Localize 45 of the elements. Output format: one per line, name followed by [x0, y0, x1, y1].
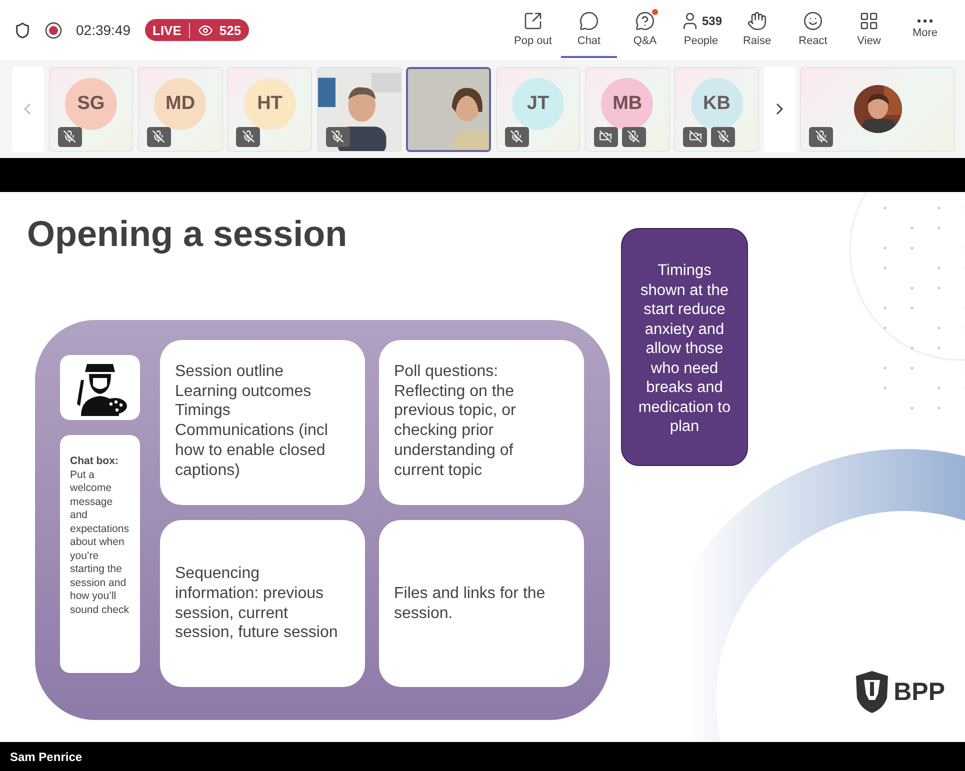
toolbar-button[interactable]: React	[785, 2, 841, 58]
callout-card: Timings shown at the start reduce anxiety and allow those who need breaks and medication to plan	[621, 228, 748, 466]
toolbar-button[interactable]: Raise	[729, 2, 785, 58]
participant-tile[interactable]: HT	[227, 66, 312, 152]
toolbar-button[interactable]: View	[841, 2, 897, 58]
toolbar-button[interactable]: Chat	[561, 2, 617, 58]
avatar: MD	[154, 78, 206, 130]
more-icon	[917, 19, 933, 23]
avatar: SG	[64, 78, 117, 130]
chevron-right-icon	[776, 103, 784, 115]
chevron-left-icon	[24, 103, 32, 115]
content-card: Sequencing information: previous session, current session, future session	[160, 520, 365, 687]
record-icon	[45, 22, 62, 38]
chat-box-note: Chat box: Put a welcome message and expectations about when you’re starting the session and how you’ll sound check	[60, 435, 140, 673]
call-duration: 02:39:49	[76, 22, 130, 38]
live-badge: LIVE 525	[144, 19, 250, 41]
lion-shield-icon	[854, 670, 889, 714]
content-card: Files and links for the session.	[379, 520, 584, 687]
toolbar-button[interactable]: Pop out	[505, 2, 561, 58]
viewers-icon	[198, 22, 214, 38]
viewer-count: 525	[219, 22, 242, 38]
toolbar-button[interactable]: Q&A	[617, 2, 673, 58]
participant-tile[interactable]: SG	[48, 66, 134, 152]
hand-icon	[747, 11, 767, 31]
participant-tile[interactable]: KB	[674, 66, 760, 152]
participant-tile[interactable]: MB	[584, 66, 670, 152]
participant-tile[interactable]: MD	[138, 66, 223, 152]
avatar: MB	[601, 78, 654, 130]
content-card: Session outline Learning outcomes Timings Communications (incl how to enable closed captions)	[160, 340, 365, 505]
toolbar-button[interactable]: More	[897, 2, 953, 58]
toolbar-button[interactable]: 539 People	[673, 2, 729, 58]
smile-icon	[803, 11, 823, 31]
avatar: HT	[244, 78, 296, 130]
participant-tile[interactable]: JT	[496, 66, 580, 152]
logo-text: BPP	[894, 678, 945, 706]
content-card: Poll questions: Reflecting on the previous topic, or checking prior understanding of current topic	[379, 340, 584, 505]
shield-icon	[14, 22, 31, 38]
pop-out-icon	[523, 11, 543, 31]
avatar: KB	[690, 78, 743, 130]
avatar: JT	[512, 78, 564, 130]
presenter-name: Sam Penrice	[10, 750, 82, 764]
grid-icon	[859, 11, 879, 31]
question-bubble-icon	[635, 11, 655, 31]
slide-title: Opening a session	[27, 214, 348, 254]
chat-icon	[579, 11, 599, 31]
